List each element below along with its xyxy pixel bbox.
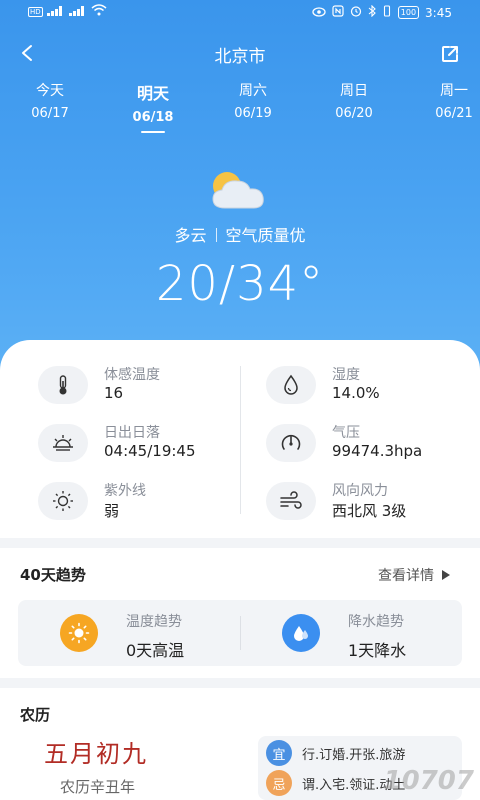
day-name: 今天 [36, 83, 64, 99]
trend-40-days-card: 40天趋势 查看详情 温度趋势 0天高温 降水趋势 1天降水 [0, 548, 480, 678]
detail-value: 99474.3hpa [332, 442, 423, 460]
air-quality-text: 空气质量优 [225, 226, 306, 245]
tab-day-2[interactable]: 周六 06/19 [213, 80, 293, 121]
day-date: 06/18 [132, 110, 174, 125]
partly-cloudy-icon [212, 172, 264, 209]
trend-value: 1天降水 [348, 641, 407, 660]
view-details-link[interactable]: 查看详情 [378, 565, 450, 585]
share-button[interactable] [436, 40, 464, 68]
day-name: 周六 [239, 83, 267, 99]
bluetooth-icon [368, 4, 376, 20]
day-tabs: 今天 06/17 明天 06/18 周六 06/19 周日 06/20 周一 0… [0, 80, 480, 140]
page-title: 北京市 [214, 47, 266, 67]
day-date: 06/19 [234, 106, 272, 121]
temperature-range: 20/34° [155, 256, 325, 312]
thermometer-icon [38, 366, 88, 404]
wind-icon [266, 482, 316, 520]
status-bar: HD 100 3:45 [0, 0, 480, 28]
detail-label: 日出日落 [104, 425, 160, 441]
watermark-logo: 10707 [383, 766, 474, 796]
sun-icon [38, 482, 88, 520]
clock-time: 3:45 [425, 5, 452, 20]
detail-value: 14.0% [332, 384, 380, 402]
eye-icon [312, 6, 326, 20]
tab-day-4[interactable]: 周一 06/21 [414, 80, 480, 121]
detail-label: 湿度 [332, 367, 360, 383]
detail-value: 弱 [104, 502, 120, 520]
ji-badge: 忌 [266, 770, 292, 796]
rain-trend[interactable]: 降水趋势 1天降水 [240, 600, 462, 666]
weather-details-card: 体感温度 16 日出日落 04:45/19:45 紫外线 弱 湿度 14.0% … [0, 340, 480, 538]
detail-humidity: 湿度 14.0% [266, 364, 480, 414]
detail-label: 气压 [332, 425, 360, 441]
detail-value: 04:45/19:45 [104, 442, 196, 460]
trend-label: 降水趋势 [348, 614, 404, 630]
water-drop-icon [266, 366, 316, 404]
yi-text: 行.订婚.开张.旅游 [302, 748, 406, 763]
temperature-trend[interactable]: 温度趋势 0天高温 [18, 600, 240, 666]
detail-sunrise: 日出日落 04:45/19:45 [38, 422, 258, 472]
column-divider [240, 366, 241, 514]
day-date: 06/21 [435, 106, 473, 121]
rain-drop-icon [282, 614, 320, 652]
share-icon [442, 46, 458, 62]
condition-text: 多云 [174, 226, 207, 245]
view-details-label: 查看详情 [378, 568, 434, 584]
day-date: 06/20 [335, 106, 373, 121]
section-title: 农历 [20, 706, 51, 724]
day-name: 周一 [440, 83, 468, 99]
signal-icon [46, 5, 65, 19]
vibrate-icon [382, 5, 392, 20]
trend-value: 0天高温 [126, 641, 185, 660]
sunrise-icon [38, 424, 88, 462]
trend-summary-box: 温度趋势 0天高温 降水趋势 1天降水 [18, 600, 462, 666]
detail-label: 风向风力 [332, 483, 388, 499]
detail-feels-like: 体感温度 16 [38, 364, 258, 414]
weather-condition: 多云 空气质量优 [0, 222, 480, 246]
detail-value: 西北风 3级 [332, 502, 407, 520]
tab-day-1[interactable]: 明天 06/18 [113, 80, 193, 133]
detail-uv: 紫外线 弱 [38, 480, 258, 530]
nfc-icon [332, 5, 344, 20]
detail-pressure: 气压 99474.3hpa [266, 422, 480, 472]
detail-label: 体感温度 [104, 367, 160, 383]
divider [215, 228, 217, 242]
play-arrow-icon [442, 570, 450, 580]
top-nav: 北京市 [0, 34, 480, 74]
yi-badge: 宜 [266, 740, 292, 766]
day-name: 明天 [136, 84, 169, 103]
trend-label: 温度趋势 [126, 614, 182, 630]
weather-hero: HD 100 3:45 北京市 今天 06/17 明天 06/18 周六 06/… [0, 0, 480, 370]
day-date: 06/17 [31, 106, 69, 121]
lunar-date: 五月初九 [44, 740, 148, 768]
alarm-icon [350, 5, 362, 20]
wifi-icon [91, 4, 107, 19]
section-title: 40天趋势 [20, 566, 86, 584]
detail-value: 16 [104, 384, 124, 402]
lunar-year: 农历辛丑年 [60, 778, 136, 796]
signal-icon-2 [68, 5, 87, 19]
active-tab-indicator [141, 131, 165, 133]
day-name: 周日 [340, 83, 368, 99]
detail-wind: 风向风力 西北风 3级 [266, 480, 480, 530]
gauge-icon [266, 424, 316, 462]
battery-icon: 100 [397, 6, 420, 19]
sun-icon [60, 614, 98, 652]
tab-day-3[interactable]: 周日 06/20 [314, 80, 394, 121]
hd-badge: HD [28, 6, 43, 17]
tab-day-0[interactable]: 今天 06/17 [10, 80, 90, 121]
detail-label: 紫外线 [104, 483, 146, 499]
